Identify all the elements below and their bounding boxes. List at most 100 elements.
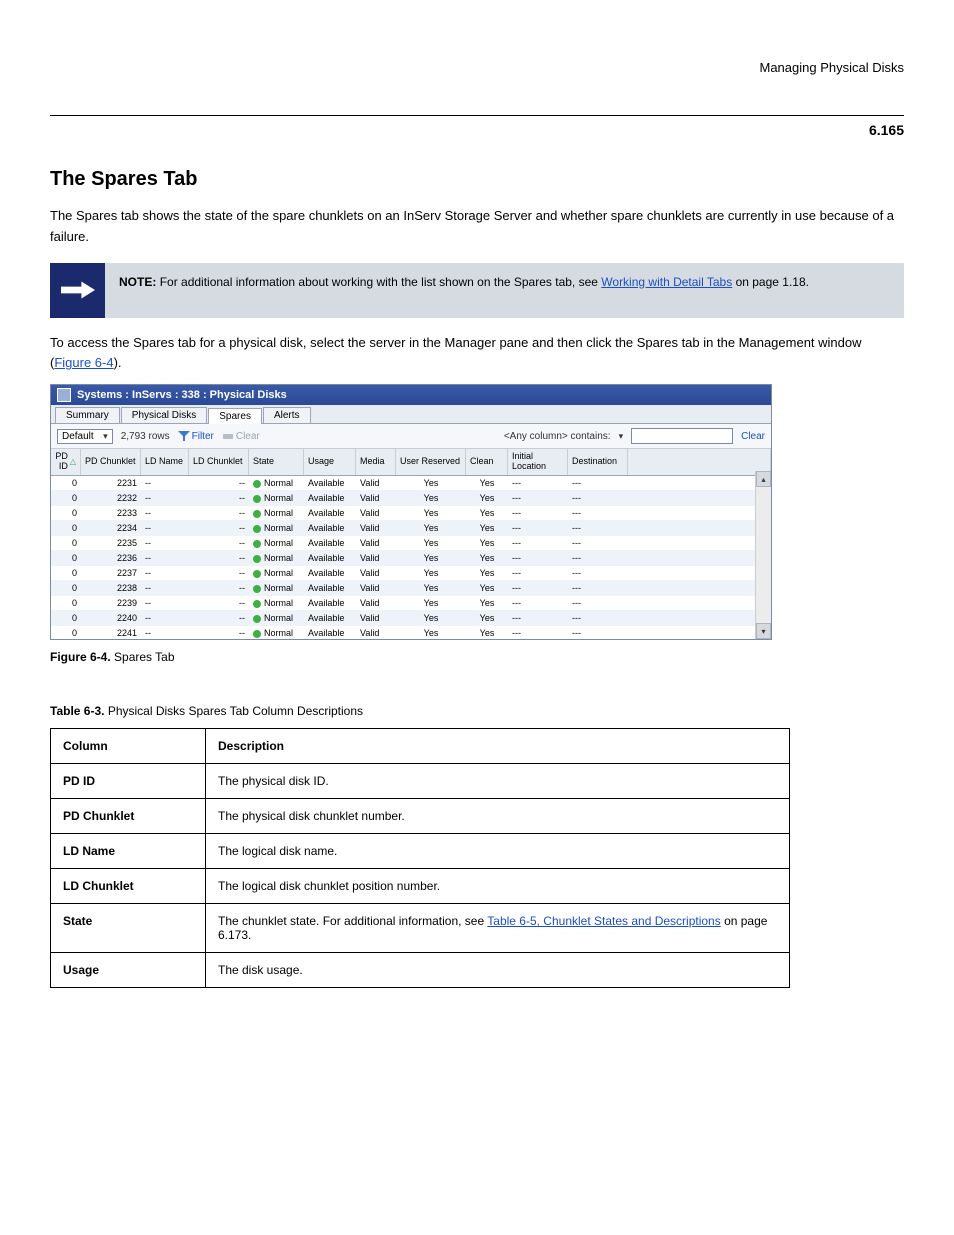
status-dot-icon (253, 480, 261, 488)
table-cell: Normal (249, 581, 304, 595)
table-row[interactable]: 02241----NormalAvailableValidYesYes-----… (51, 626, 771, 639)
scroll-down-icon[interactable]: ▾ (756, 623, 771, 639)
table-row[interactable]: 02237----NormalAvailableValidYesYes-----… (51, 566, 771, 581)
view-select[interactable]: Default (57, 429, 113, 444)
column-header[interactable]: State (249, 449, 304, 475)
table-cell: Normal (249, 536, 304, 550)
filter-button[interactable]: Filter (178, 431, 214, 442)
table-cell: Yes (466, 611, 508, 625)
status-dot-icon (253, 525, 261, 533)
table-row[interactable]: 02233----NormalAvailableValidYesYes-----… (51, 506, 771, 521)
vertical-scrollbar[interactable]: ▴ ▾ (755, 471, 771, 639)
table-cell: --- (508, 506, 568, 520)
table-cell: Yes (466, 521, 508, 535)
table-cell: -- (189, 551, 249, 565)
table-cell: 2238 (81, 581, 141, 595)
desc-header-description: Description (206, 729, 790, 764)
table-cell: Valid (356, 521, 396, 535)
table-row[interactable]: 02232----NormalAvailableValidYesYes-----… (51, 491, 771, 506)
column-header[interactable]: Initial Location (508, 449, 568, 475)
filter-icon (178, 431, 190, 441)
column-header[interactable]: Media (356, 449, 396, 475)
note-link[interactable]: Working with Detail Tabs (601, 275, 732, 289)
table-row[interactable]: 02234----NormalAvailableValidYesYes-----… (51, 521, 771, 536)
access-paragraph: To access the Spares tab for a physical … (50, 335, 862, 371)
table-cell: -- (141, 581, 189, 595)
note-label: NOTE: (119, 275, 156, 289)
tab-summary[interactable]: Summary (55, 407, 120, 423)
table-cell: Normal (249, 611, 304, 625)
tab-row: SummaryPhysical DisksSparesAlerts (51, 405, 771, 424)
column-header[interactable]: LD Chunklet (189, 449, 249, 475)
desc-column-name: PD Chunklet (51, 799, 206, 834)
table-row[interactable]: 02231----NormalAvailableValidYesYes-----… (51, 476, 771, 491)
table-cell: --- (568, 566, 628, 580)
figure-caption-text: Spares Tab (114, 650, 175, 664)
table-row[interactable]: 02240----NormalAvailableValidYesYes-----… (51, 611, 771, 626)
desc-column-text: The physical disk chunklet number. (206, 799, 790, 834)
table-cell: Normal (249, 491, 304, 505)
table-cell: 2241 (81, 626, 141, 639)
status-dot-icon (253, 540, 261, 548)
table-cell: 0 (51, 611, 81, 625)
clear-search-button[interactable]: Clear (741, 431, 765, 442)
table-cell: -- (141, 521, 189, 535)
table-cell: Normal (249, 476, 304, 490)
table-cell: Yes (466, 551, 508, 565)
tab-physical-disks[interactable]: Physical Disks (121, 407, 207, 423)
table-cell: -- (189, 536, 249, 550)
table-cell: Valid (356, 491, 396, 505)
table-cell: Valid (356, 506, 396, 520)
contains-label: <Any column> contains: (504, 431, 611, 442)
table-cell: Available (304, 476, 356, 490)
column-header[interactable]: LD Name (141, 449, 189, 475)
table-cell: -- (189, 611, 249, 625)
column-header[interactable]: Destination (568, 449, 628, 475)
table-cell: 2235 (81, 536, 141, 550)
table-cell: 2236 (81, 551, 141, 565)
column-header[interactable]: User Reserved (396, 449, 466, 475)
desc-column-name: LD Name (51, 834, 206, 869)
desc-link[interactable]: Table 6-5, Chunklet States and Descripti… (487, 914, 720, 928)
table-cell: Available (304, 551, 356, 565)
table-row[interactable]: 02235----NormalAvailableValidYesYes-----… (51, 536, 771, 551)
scroll-up-icon[interactable]: ▴ (756, 471, 771, 487)
table-cell: Yes (466, 566, 508, 580)
column-header[interactable]: Clean (466, 449, 508, 475)
table-cell: 2233 (81, 506, 141, 520)
table-cell: Valid (356, 551, 396, 565)
table-cell: Yes (466, 536, 508, 550)
table-row[interactable]: 02238----NormalAvailableValidYesYes-----… (51, 581, 771, 596)
table-cell: --- (568, 596, 628, 610)
column-header[interactable]: PD Chunklet (81, 449, 141, 475)
table-cell: 0 (51, 596, 81, 610)
section-title: The Spares Tab (50, 168, 904, 191)
eraser-icon (222, 431, 234, 441)
figure-link[interactable]: Figure 6-4 (54, 355, 113, 370)
tab-alerts[interactable]: Alerts (263, 407, 311, 423)
tab-spares[interactable]: Spares (208, 408, 262, 424)
table-caption-text: Physical Disks Spares Tab Column Descrip… (108, 704, 363, 718)
table-cell: Normal (249, 521, 304, 535)
table-row[interactable]: 02236----NormalAvailableValidYesYes-----… (51, 551, 771, 566)
table-cell: Yes (396, 611, 466, 625)
clear-tool: Clear (222, 431, 260, 442)
status-dot-icon (253, 615, 261, 623)
column-header[interactable]: Usage (304, 449, 356, 475)
table-cell: --- (568, 611, 628, 625)
table-cell: Yes (466, 476, 508, 490)
page-number: 6.165 (869, 122, 904, 138)
desc-column-text: The logical disk chunklet position numbe… (206, 869, 790, 904)
rows-count: 2,793 rows (121, 431, 170, 442)
desc-column-text: The logical disk name. (206, 834, 790, 869)
contains-dropdown-icon[interactable]: ▾ (619, 431, 624, 442)
table-cell: Valid (356, 476, 396, 490)
table-row[interactable]: 02239----NormalAvailableValidYesYes-----… (51, 596, 771, 611)
table-cell: -- (189, 596, 249, 610)
search-input[interactable] (631, 428, 733, 444)
status-dot-icon (253, 510, 261, 518)
sort-asc-icon: △ (70, 458, 76, 467)
table-cell: Yes (466, 581, 508, 595)
column-header[interactable]: PD ID△ (51, 449, 81, 475)
table-cell: Available (304, 536, 356, 550)
